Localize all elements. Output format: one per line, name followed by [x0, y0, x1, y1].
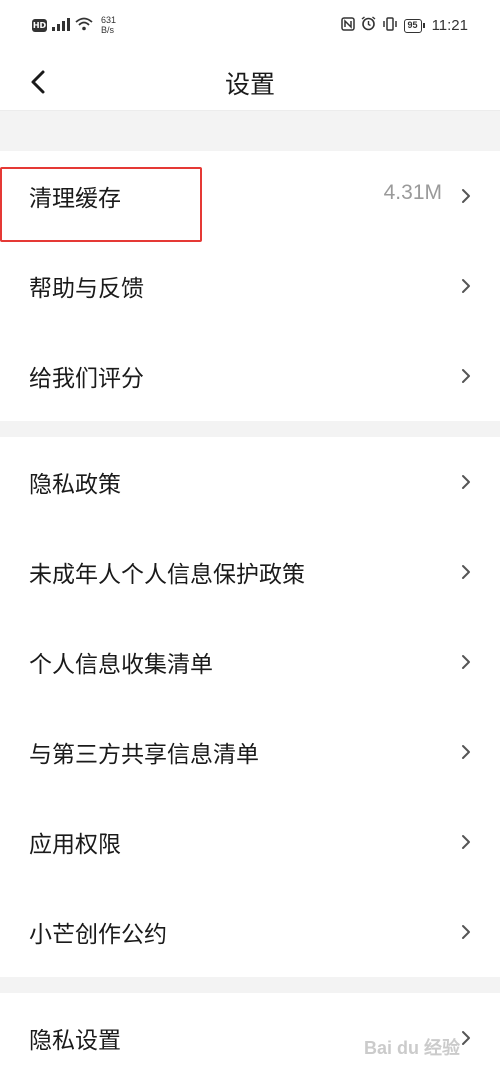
- settings-item-label: 未成年人个人信息保护政策: [29, 562, 305, 588]
- chevron-right-icon: [462, 475, 470, 489]
- chevron-right-icon: [462, 279, 470, 293]
- settings-item-help-feedback[interactable]: 帮助与反馈: [0, 241, 500, 331]
- chevron-right-icon: [462, 655, 470, 669]
- chevron-right-icon: [462, 925, 470, 939]
- nfc-icon: [340, 16, 355, 35]
- settings-item-label: 小芒创作公约: [29, 922, 167, 948]
- settings-item-label: 隐私设置: [29, 1028, 121, 1054]
- settings-item-label: 隐私政策: [29, 472, 121, 498]
- section-gap: [0, 421, 500, 437]
- chevron-right-icon: [462, 369, 470, 383]
- settings-item-rate-us[interactable]: 给我们评分: [0, 331, 500, 421]
- settings-item-label: 与第三方共享信息清单: [29, 742, 259, 768]
- settings-item-privacy-policy[interactable]: 隐私政策: [0, 437, 500, 527]
- settings-item-label: 个人信息收集清单: [29, 652, 213, 678]
- signal-icon: [52, 16, 70, 35]
- battery-indicator: 95: [403, 18, 425, 33]
- baidu-watermark: Bai du 经验: [363, 1038, 460, 1058]
- network-speed: 631 B/s: [101, 15, 116, 35]
- cache-size-value: 4.31M: [383, 181, 442, 204]
- settings-item-label: 帮助与反馈: [29, 276, 144, 302]
- settings-item-info-collection-list[interactable]: 个人信息收集清单: [0, 617, 500, 707]
- section-gap: [0, 977, 500, 993]
- hd-icon: HD: [32, 18, 47, 32]
- wifi-icon: [75, 16, 93, 35]
- chevron-right-icon: [462, 1031, 470, 1045]
- settings-item-app-permissions[interactable]: 应用权限: [0, 797, 500, 887]
- settings-item-label: 应用权限: [29, 832, 121, 858]
- settings-item-minor-protection-policy[interactable]: 未成年人个人信息保护政策: [0, 527, 500, 617]
- vibrate-icon: [382, 16, 398, 35]
- status-bar-time: 11:21: [431, 17, 468, 34]
- status-bar: HD 631 B/s 95 11:21: [0, 0, 500, 56]
- highlight-annotation-box: [0, 167, 202, 242]
- page-title: 设置: [224, 70, 275, 99]
- settings-item-third-party-sharing-list[interactable]: 与第三方共享信息清单: [0, 707, 500, 797]
- app-header: 设置: [0, 56, 500, 108]
- status-bar-left: HD 631 B/s: [32, 15, 116, 35]
- chevron-right-icon: [462, 835, 470, 849]
- status-bar-right: 95 11:21: [340, 16, 468, 35]
- settings-item-label: 给我们评分: [29, 366, 144, 392]
- chevron-right-icon: [462, 565, 470, 579]
- network-speed-value: 631: [101, 15, 117, 25]
- chevron-right-icon: [462, 745, 470, 759]
- alarm-icon: [361, 16, 376, 35]
- chevron-right-icon: [462, 189, 470, 203]
- section-gap: [0, 111, 500, 151]
- settings-item-creation-convention[interactable]: 小芒创作公约: [0, 887, 500, 977]
- network-speed-unit: B/s: [101, 25, 115, 35]
